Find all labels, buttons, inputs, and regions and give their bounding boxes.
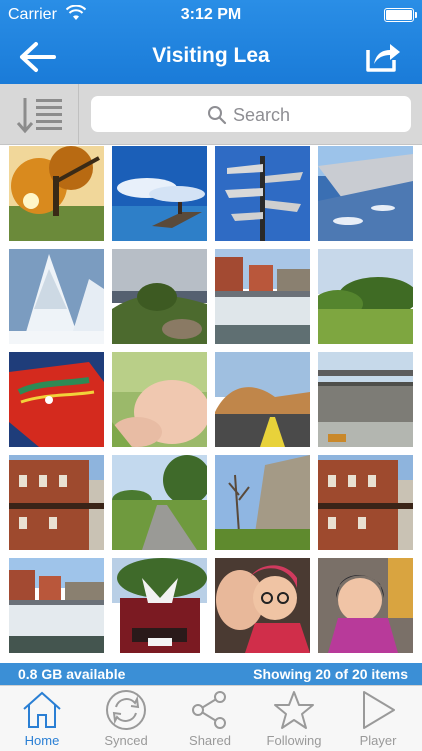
search-input[interactable]	[231, 102, 405, 128]
photo-thumbnail[interactable]	[9, 558, 104, 653]
clock: 3:12 PM	[180, 6, 242, 23]
photo-thumbnail[interactable]	[318, 146, 413, 241]
photo-thumbnail[interactable]	[9, 455, 104, 550]
storage-available: 0.8 GB available	[18, 666, 126, 682]
sort-button[interactable]	[0, 84, 79, 144]
photo-thumbnail[interactable]	[9, 352, 104, 447]
tab-player[interactable]: Player	[336, 686, 420, 751]
photo-thumbnail[interactable]	[112, 249, 207, 344]
photo-thumbnail[interactable]	[318, 249, 413, 344]
nav-bar: Visiting Lea	[0, 30, 422, 84]
photo-grid	[9, 146, 413, 653]
share-button[interactable]	[364, 38, 402, 74]
home-icon	[23, 691, 61, 728]
play-icon	[363, 691, 395, 729]
photo-thumbnail[interactable]	[215, 455, 310, 550]
photo-thumbnail[interactable]	[215, 352, 310, 447]
photo-thumbnail[interactable]	[318, 352, 413, 447]
tab-home[interactable]: Home	[0, 686, 84, 751]
tab-synced-label: Synced	[104, 733, 148, 748]
status-bar: Carrier 3:12 PM	[0, 0, 422, 30]
sync-icon	[106, 690, 146, 730]
photo-thumbnail[interactable]	[318, 455, 413, 550]
share-export-icon	[366, 44, 400, 72]
photo-thumbnail[interactable]	[9, 146, 104, 241]
search-toolbar	[0, 84, 422, 145]
item-count: Showing 20 of 20 items	[253, 666, 408, 682]
photo-thumbnail[interactable]	[112, 455, 207, 550]
tab-shared[interactable]: Shared	[168, 686, 252, 751]
header: Carrier 3:12 PM Visiting Lea	[0, 0, 422, 84]
photo-thumbnail[interactable]	[112, 146, 207, 241]
tab-synced[interactable]: Synced	[84, 686, 168, 751]
tab-player-label: Player	[359, 733, 397, 748]
photo-thumbnail[interactable]	[112, 558, 207, 653]
star-icon	[274, 691, 314, 729]
tab-following[interactable]: Following	[252, 686, 336, 751]
search-icon	[208, 106, 227, 125]
tab-following-label: Following	[266, 733, 322, 748]
tab-shared-label: Shared	[189, 733, 231, 748]
page-title: Visiting Lea	[152, 44, 270, 67]
sort-list-icon	[16, 98, 62, 134]
storage-info-bar: 0.8 GB available Showing 20 of 20 items	[0, 663, 422, 685]
tab-home-label: Home	[24, 733, 60, 748]
photo-thumbnail[interactable]	[112, 352, 207, 447]
photo-thumbnail[interactable]	[318, 558, 413, 653]
photo-thumbnail[interactable]	[9, 249, 104, 344]
search-field[interactable]	[91, 96, 411, 132]
photo-thumbnail[interactable]	[215, 249, 310, 344]
photo-thumbnail[interactable]	[215, 558, 310, 653]
battery-icon	[384, 8, 417, 22]
share-network-icon	[192, 691, 226, 729]
tab-bar: Home Synced Shared Following Player	[0, 685, 422, 751]
photo-thumbnail[interactable]	[215, 146, 310, 241]
